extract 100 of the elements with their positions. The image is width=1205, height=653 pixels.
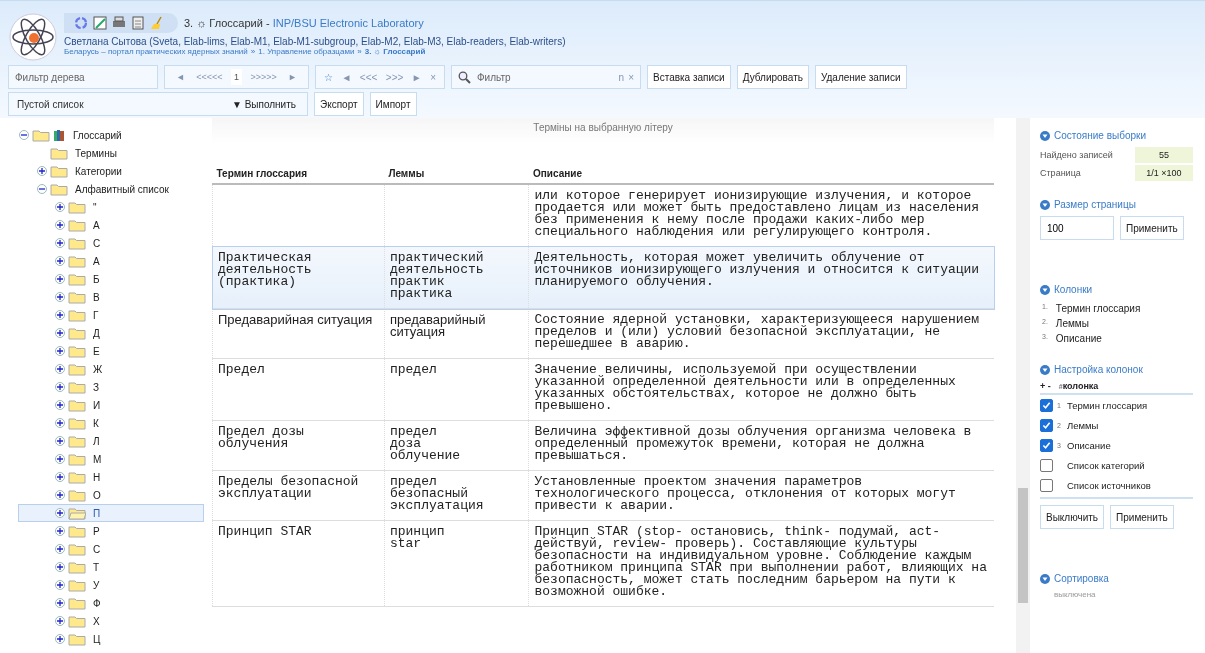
tree-item[interactable]: Д xyxy=(18,324,204,342)
tree-item[interactable]: Х xyxy=(18,612,204,630)
tree-item[interactable]: П xyxy=(18,504,204,522)
tree-item[interactable]: C xyxy=(18,234,204,252)
expand-icon[interactable] xyxy=(55,436,65,446)
table-row[interactable]: Предаварийная ситуация предаварийный ситуация Состояние ядерной установки, характеризующееся нарушением пределов и (или) условий безопасной эксплуатации, не перешедшее в аварию. xyxy=(212,308,994,359)
checkbox[interactable] xyxy=(1040,478,1053,492)
calculator-icon[interactable] xyxy=(131,16,145,30)
tree-item[interactable]: Ж xyxy=(18,360,204,378)
expand-icon[interactable] xyxy=(55,526,65,536)
refresh-icon[interactable] xyxy=(74,16,88,30)
tree-item[interactable]: Н xyxy=(18,468,204,486)
pager-link[interactable]: 1 xyxy=(231,69,242,85)
tree-item[interactable]: Р xyxy=(18,522,204,540)
tree-item[interactable]: Алфавитный список xyxy=(18,180,204,198)
list-select[interactable]: Пустой список ▼ Выполнить xyxy=(8,92,308,116)
panel-button[interactable]: Выключить xyxy=(1040,505,1105,529)
table-row[interactable]: Пределы безопасной эксплуатации предел безопасный эксплуатация Установленные проектом значения параметров технологического процесса, отклонения от которых могут привести к аварии. xyxy=(212,470,994,521)
collapse-icon[interactable] xyxy=(37,184,47,194)
expand-icon[interactable] xyxy=(55,544,65,554)
scrollbar[interactable] xyxy=(1016,118,1030,653)
collapse-icon[interactable] xyxy=(1040,573,1050,584)
breadcrumb-link[interactable]: 3. ☼ Глоссарий xyxy=(364,47,426,56)
checkbox[interactable] xyxy=(1040,458,1053,472)
collapse-icon[interactable] xyxy=(1040,364,1050,375)
tree-item[interactable]: К xyxy=(18,414,204,432)
tree-item[interactable]: Категории xyxy=(18,162,204,180)
section-title[interactable]: Состояние выборки xyxy=(1054,130,1146,141)
page-size-field[interactable]: 100 xyxy=(1040,216,1114,240)
print-icon[interactable] xyxy=(112,16,126,30)
collapse-icon[interactable] xyxy=(1040,130,1050,141)
checkbox[interactable] xyxy=(1040,398,1053,412)
expand-icon[interactable] xyxy=(55,256,65,266)
checkbox[interactable] xyxy=(1040,418,1053,432)
expand-icon[interactable] xyxy=(55,382,65,392)
tree-item[interactable]: С xyxy=(18,540,204,558)
expand-icon[interactable] xyxy=(55,508,65,518)
tree-item[interactable]: Глоссарий xyxy=(18,126,204,144)
toolbar-button[interactable]: Дублировать xyxy=(736,65,809,89)
tree-item[interactable]: Л xyxy=(18,432,204,450)
site-link[interactable]: INP/BSU Electronic Laboratory xyxy=(272,17,424,29)
collapse-icon[interactable] xyxy=(19,130,29,140)
expand-icon[interactable] xyxy=(55,472,65,482)
tree-item[interactable]: " xyxy=(18,198,204,216)
tree-item[interactable]: О xyxy=(18,486,204,504)
table-row[interactable] xyxy=(212,520,994,607)
apply-button[interactable]: Применить xyxy=(1120,216,1184,240)
tree-item[interactable]: Ф xyxy=(18,594,204,612)
expand-icon[interactable] xyxy=(55,274,65,284)
nav-link[interactable]: ☆ xyxy=(324,71,333,83)
expand-icon[interactable] xyxy=(55,220,65,230)
toolbar-button[interactable]: Экспорт xyxy=(314,92,364,116)
table-row[interactable]: Предел предел Значение величины, используемой при осуществлении указанной определенной деятельности или в определенных указанных обстоятельствах, которое не должно быть превышено. xyxy=(212,358,994,421)
table-row[interactable] xyxy=(212,246,994,309)
expand-icon[interactable] xyxy=(55,598,65,608)
expand-icon[interactable] xyxy=(55,310,65,320)
expand-icon[interactable] xyxy=(55,616,65,626)
section-title[interactable]: Настройка колонок xyxy=(1054,364,1143,375)
expand-icon[interactable] xyxy=(55,292,65,302)
expand-icon[interactable] xyxy=(37,166,47,176)
collapse-icon[interactable] xyxy=(1040,199,1050,210)
tree-item[interactable]: Ц xyxy=(18,630,204,648)
toolbar-button[interactable]: Удаление записи xyxy=(814,65,907,89)
section-title[interactable]: Размер страницы xyxy=(1054,199,1136,210)
section-title[interactable]: Сортировка xyxy=(1054,573,1109,584)
tree-item[interactable]: Термины xyxy=(18,144,204,162)
expand-icon[interactable] xyxy=(55,238,65,248)
panel-button[interactable]: Применить xyxy=(1110,505,1174,529)
tree-item[interactable]: З xyxy=(18,378,204,396)
expand-icon[interactable] xyxy=(55,346,65,356)
expand-icon[interactable] xyxy=(55,400,65,410)
expand-icon[interactable] xyxy=(55,364,65,374)
checkbox[interactable] xyxy=(1040,438,1053,452)
expand-icon[interactable] xyxy=(55,418,65,428)
section-title[interactable]: Колонки xyxy=(1054,284,1093,295)
run-button[interactable]: ▼ Выполнить xyxy=(226,98,301,110)
expand-icon[interactable] xyxy=(55,328,65,338)
expand-icon[interactable] xyxy=(55,580,65,590)
table-row[interactable]: Предел дозы облучения предел доза облучение Величина эффективной дозы облучения организма человека в определенный промежуток времени, которая не должна превышаться. xyxy=(212,420,994,471)
expand-icon[interactable] xyxy=(55,490,65,500)
toolbar-button[interactable]: Вставка записи xyxy=(647,65,731,89)
tree-item[interactable]: И xyxy=(18,396,204,414)
breadcrumb-link[interactable]: Беларусь – портал практических ядерных знаний xyxy=(64,47,248,56)
scroll-thumb[interactable] xyxy=(1018,488,1028,603)
tree-item[interactable]: А xyxy=(18,252,204,270)
pencil-icon[interactable] xyxy=(93,16,107,30)
tree-item[interactable]: М xyxy=(18,450,204,468)
expand-icon[interactable] xyxy=(55,562,65,572)
tree-item[interactable]: Б xyxy=(18,270,204,288)
expand-icon[interactable] xyxy=(55,202,65,212)
tree-filter-field[interactable]: Фильтр дерева xyxy=(8,65,158,89)
tree-item[interactable]: Т xyxy=(18,558,204,576)
toolbar-button[interactable]: Импорт xyxy=(369,92,417,116)
tree-item[interactable]: A xyxy=(18,216,204,234)
tree-item[interactable]: В xyxy=(18,288,204,306)
collapse-icon[interactable] xyxy=(1040,284,1050,295)
expand-icon[interactable] xyxy=(55,454,65,464)
tree-item[interactable]: У xyxy=(18,576,204,594)
expand-icon[interactable] xyxy=(55,634,65,644)
tree-item[interactable]: Е xyxy=(18,342,204,360)
